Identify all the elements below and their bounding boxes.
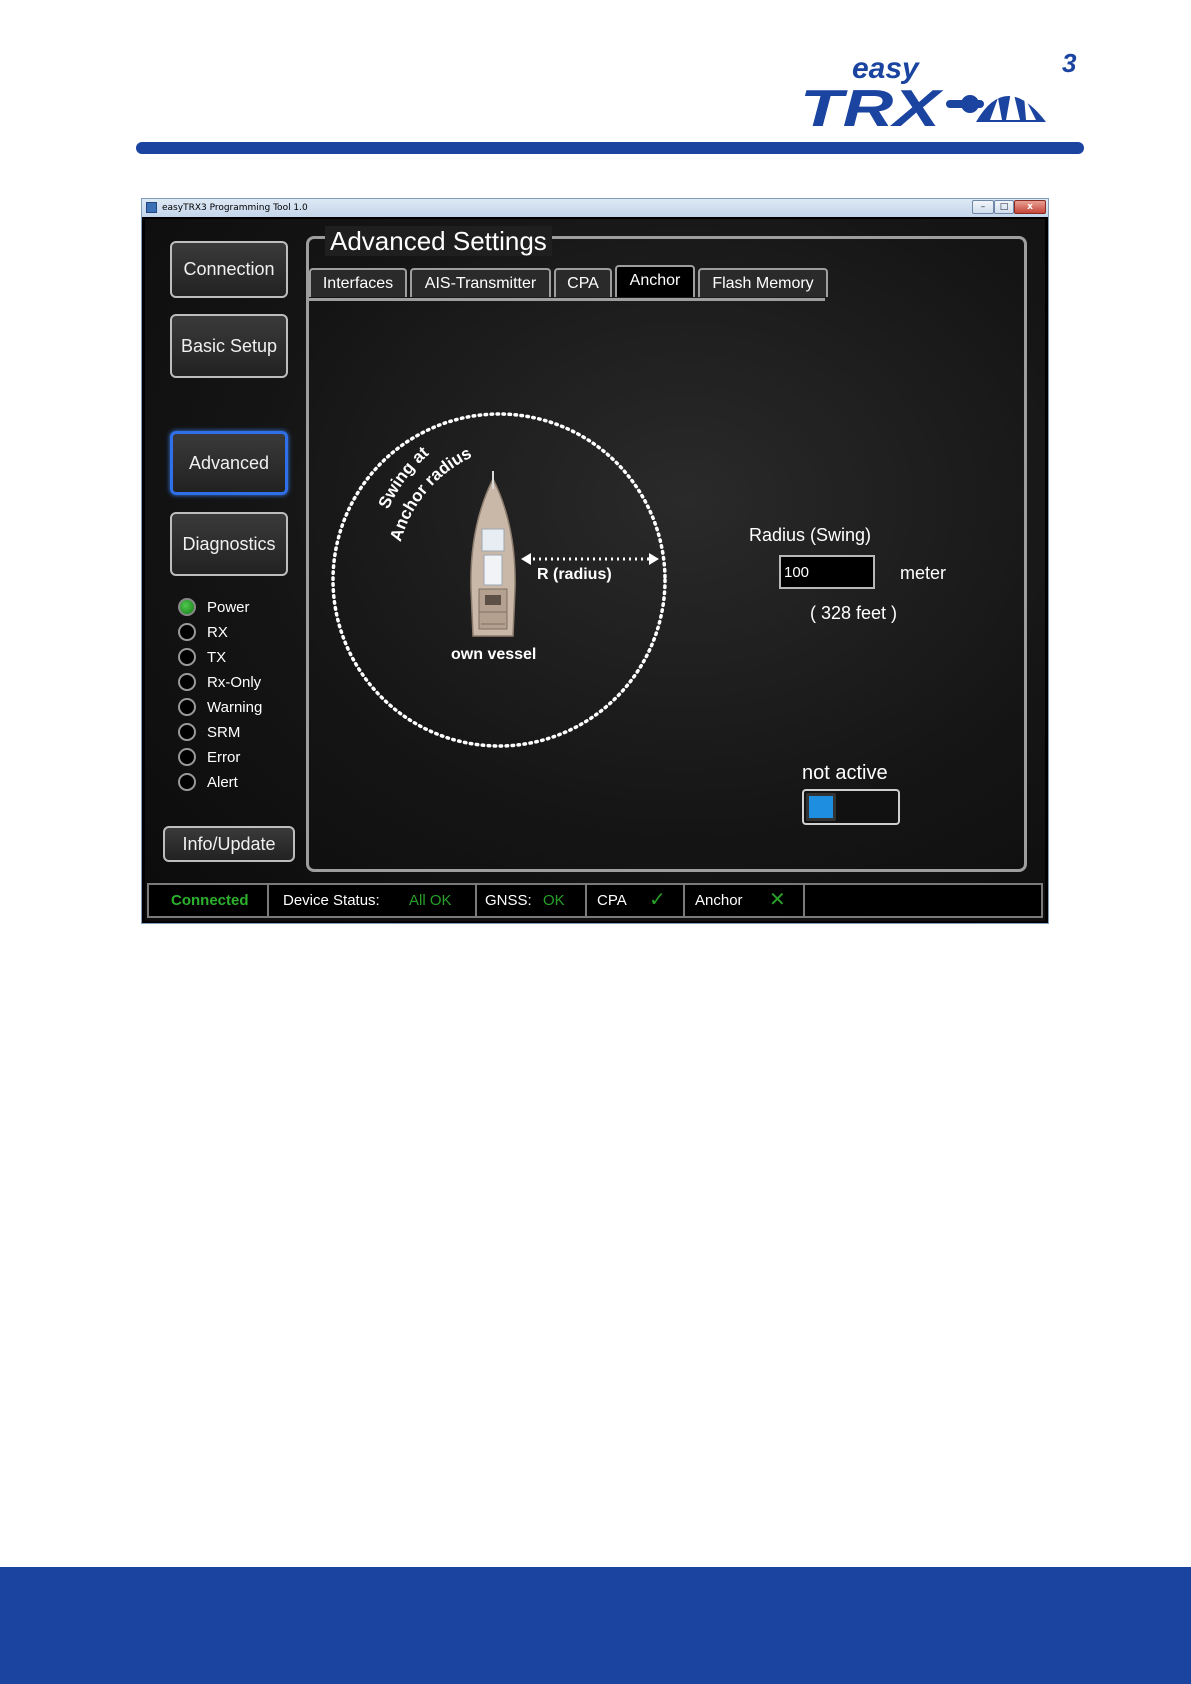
check-icon: ✓: [649, 889, 666, 911]
gnss-value: OK: [543, 892, 565, 909]
led-rx-only-indicator: [178, 673, 196, 691]
led-label: Power: [207, 599, 250, 616]
radius-feet-label: ( 328 feet ): [810, 603, 898, 623]
logo-word-trx: TRX: [800, 80, 944, 130]
minimize-button[interactable]: –: [972, 200, 994, 214]
status-cpa: CPA ✓: [587, 885, 685, 916]
tab-underline: [309, 298, 825, 301]
tab-flash-memory[interactable]: Flash Memory: [698, 268, 828, 297]
radius-arrow: [521, 553, 659, 565]
led-error-indicator: [178, 748, 196, 766]
maximize-button[interactable]: □: [994, 200, 1014, 214]
led-tx-indicator: [178, 648, 196, 666]
app-window: easyTRX3 Programming Tool 1.0 – □ x Conn…: [141, 198, 1049, 924]
close-button[interactable]: x: [1014, 200, 1046, 214]
cross-icon: ✕: [769, 889, 786, 911]
sail-icon: [946, 86, 1046, 122]
led-label: Error: [207, 749, 241, 766]
footer-band: [0, 1567, 1191, 1684]
led-label: Warning: [207, 699, 263, 716]
advanced-settings-panel: Advanced Settings Interfaces AIS-Transmi…: [306, 226, 1027, 872]
led-label: Alert: [207, 774, 238, 791]
tab-cpa[interactable]: CPA: [554, 268, 612, 297]
led-rx-indicator: [178, 623, 196, 641]
status-gnss: GNSS: OK: [477, 885, 587, 916]
anchor-swing-diagram: Swing at Anchor radius R (radius) own ve…: [331, 412, 667, 748]
led-alert-indicator: [178, 773, 196, 791]
device-status-value: All OK: [409, 892, 452, 909]
radius-input[interactable]: [779, 555, 875, 589]
diagnostics-button[interactable]: Diagnostics: [170, 512, 288, 576]
led-label: TX: [207, 649, 227, 666]
led-label: SRM: [207, 724, 241, 741]
radius-swing-label: Radius (Swing): [749, 525, 872, 545]
anchor-active-toggle[interactable]: [802, 789, 900, 825]
device-status-label: Device Status:: [283, 892, 380, 909]
client-area: Connection Basic Setup Advanced Diagnost…: [145, 219, 1045, 921]
led-power-indicator: [178, 598, 196, 616]
boat-icon: [470, 471, 516, 637]
logo-superscript: 3: [1062, 52, 1077, 78]
led-srm-indicator: [178, 723, 196, 741]
diagram-vessel-label: own vessel: [451, 646, 536, 663]
panel-title: Advanced Settings: [325, 226, 552, 256]
info-update-button[interactable]: Info/Update: [163, 826, 295, 862]
app-icon: [146, 202, 157, 213]
status-device: Device Status: All OK: [269, 885, 477, 916]
tab-ais-transmitter[interactable]: AIS-Transmitter: [410, 268, 551, 297]
gnss-label: GNSS:: [485, 892, 532, 909]
basic-setup-button[interactable]: Basic Setup: [170, 314, 288, 378]
diagram-radius-label: R (radius): [537, 566, 612, 583]
anchor-state-label: not active: [802, 762, 888, 784]
led-label: RX: [207, 624, 228, 641]
cpa-label: CPA: [597, 892, 627, 909]
tab-anchor[interactable]: Anchor: [615, 265, 695, 297]
status-anchor: Anchor ✕: [685, 885, 805, 916]
radius-unit-label: meter: [900, 563, 947, 583]
toggle-knob[interactable]: [806, 793, 836, 821]
connected-text: Connected: [171, 892, 249, 909]
anchor-label: Anchor: [695, 892, 743, 909]
title-bar: easyTRX3 Programming Tool 1.0 – □ x: [142, 199, 1048, 217]
status-connection: Connected: [149, 885, 269, 916]
easytrx3-logo: easy 3 TRX: [800, 52, 1077, 130]
window-title: easyTRX3 Programming Tool 1.0: [162, 203, 308, 213]
advanced-button[interactable]: Advanced: [170, 431, 288, 495]
tab-interfaces[interactable]: Interfaces: [309, 268, 407, 297]
header-rule: [136, 142, 1084, 154]
connection-button[interactable]: Connection: [170, 241, 288, 298]
status-bar: Connected Device Status: All OK GNSS: OK…: [147, 883, 1043, 918]
led-warning-indicator: [178, 698, 196, 716]
led-label: Rx-Only: [207, 674, 262, 691]
